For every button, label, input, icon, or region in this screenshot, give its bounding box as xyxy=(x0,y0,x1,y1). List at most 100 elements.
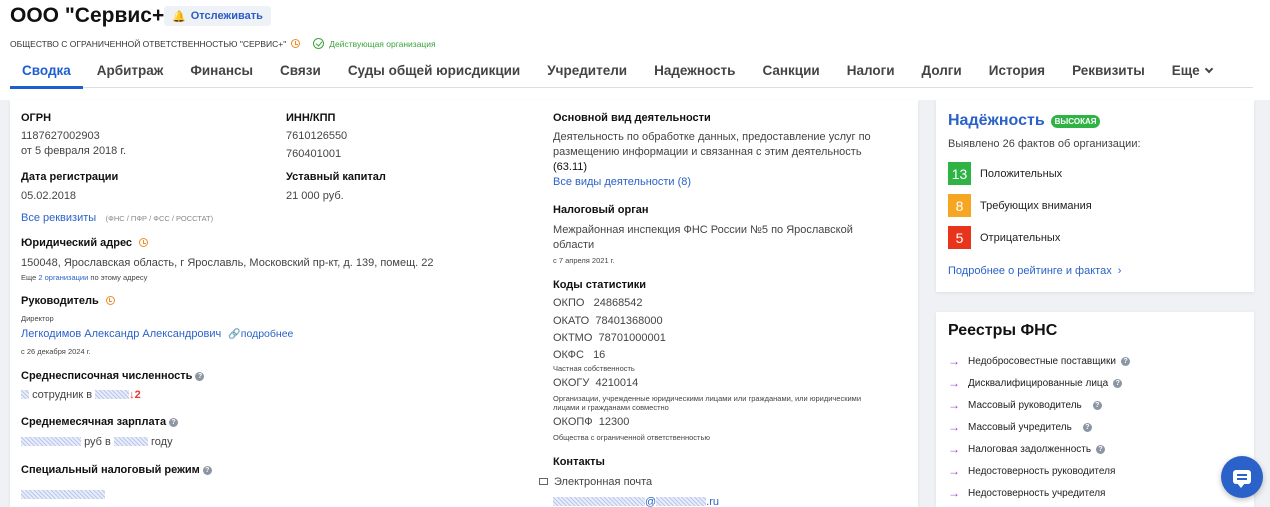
tab-founders[interactable]: Учредители xyxy=(547,60,627,88)
registry-label: Дисквалифицированные лица xyxy=(968,377,1109,389)
registry-label: Массовый руководитель xyxy=(968,399,1082,411)
ogrn-value: 1187627002903 xyxy=(21,130,100,142)
mail-icon xyxy=(539,478,548,485)
all-requisites-link[interactable]: Все реквизиты xyxy=(21,212,96,224)
head-more-link[interactable]: подробнее xyxy=(241,328,294,340)
fact-negative[interactable]: 5 Отрицательных xyxy=(948,226,1060,249)
staff-row: сотрудник в ↓2 xyxy=(21,389,141,401)
hidden-value-placeholder[interactable] xyxy=(95,390,130,399)
full-company-name: ОБЩЕСТВО С ОГРАНИЧЕННОЙ ОТВЕТСТВЕННОСТЬЮ… xyxy=(10,38,287,49)
all-activities-link[interactable]: Все виды деятельности (8) xyxy=(553,176,691,188)
hidden-value-placeholder[interactable] xyxy=(21,390,29,399)
inn-label: ИНН/КПП xyxy=(286,112,336,124)
email-tld: .ru xyxy=(706,496,720,507)
tab-arbitration[interactable]: Арбитраж xyxy=(97,60,164,88)
company-header: ООО "Сервис+" 🔔 Отслеживать ОБЩЕСТВО С О… xyxy=(0,0,1270,100)
registry-item[interactable]: → Недобросовестные поставщики? xyxy=(948,354,1130,368)
tab-more-label: Еще xyxy=(1171,63,1200,78)
status-badge: Действующая организация xyxy=(329,38,436,49)
fact-count: 13 xyxy=(948,162,971,185)
okpo-code: ОКПО 24868542 xyxy=(553,297,643,309)
fact-count: 5 xyxy=(948,226,971,249)
tab-general-courts[interactable]: Суды общей юрисдикции xyxy=(348,60,520,88)
okato-code: ОКАТО 78401368000 xyxy=(553,315,663,327)
email-value[interactable]: @ .ru xyxy=(553,496,719,507)
help-icon[interactable]: ? xyxy=(202,466,212,475)
ogrn-label: ОГРН xyxy=(21,112,52,124)
help-icon[interactable]: ? xyxy=(1092,400,1102,410)
tab-summary[interactable]: Сводка xyxy=(10,60,83,89)
tab-debts[interactable]: Долги xyxy=(922,60,962,88)
arrow-right-icon: → xyxy=(948,376,960,390)
registry-item[interactable]: → Массовый учредитель? xyxy=(948,420,1092,434)
fact-attention[interactable]: 8 Требующих внимания xyxy=(948,194,1092,217)
help-icon[interactable]: ? xyxy=(1120,356,1130,366)
registry-label: Налоговая задолженность xyxy=(968,443,1092,455)
tab-connections[interactable]: Связи xyxy=(280,60,321,88)
tab-requisites[interactable]: Реквизиты xyxy=(1072,60,1145,88)
arrow-right-icon: → xyxy=(948,486,960,500)
registry-item[interactable]: → Дисквалифицированные лица? xyxy=(948,376,1123,390)
link-icon: 🔗 xyxy=(228,329,241,340)
rating-details-link[interactable]: Подробнее о рейтинге и фактах › xyxy=(948,265,1121,277)
help-icon[interactable]: ? xyxy=(195,372,205,381)
tax-authority-since: с 7 апреля 2021 г. xyxy=(553,256,615,265)
registry-item[interactable]: → Недостоверность руководителя xyxy=(948,464,1115,478)
help-icon[interactable]: ? xyxy=(1096,444,1106,454)
registries-title: Реестры ФНС xyxy=(948,322,1058,339)
fact-positive[interactable]: 13 Положительных xyxy=(948,162,1062,185)
head-history-clock-icon[interactable] xyxy=(105,296,115,305)
contacts-label: Контакты xyxy=(553,456,605,468)
reliability-card: Надёжность ВЫСОКАЯ Выявлено 26 фактов об… xyxy=(936,100,1254,292)
arrow-right-icon: → xyxy=(948,420,960,434)
reliability-title[interactable]: Надёжность xyxy=(948,112,1045,130)
hidden-value-placeholder[interactable] xyxy=(21,490,105,499)
registry-item[interactable]: → Недостоверность учредителя xyxy=(948,486,1105,500)
head-name-link[interactable]: Легкодимов Александр Александрович xyxy=(21,328,221,340)
salary-row: руб в году xyxy=(21,436,173,448)
tab-reliability[interactable]: Надежность xyxy=(654,60,735,88)
address-note-post: по этому адресу xyxy=(90,273,148,282)
arrow-right-icon: → xyxy=(948,354,960,368)
tab-history[interactable]: История xyxy=(989,60,1045,88)
history-clock-icon[interactable] xyxy=(291,39,301,48)
page-title: ООО "Сервис+" xyxy=(10,4,175,27)
oktmo-code: ОКТМО 78701000001 xyxy=(553,332,666,344)
salary-end: году xyxy=(151,436,173,448)
tab-more[interactable]: Еще xyxy=(1171,60,1213,88)
hidden-value-placeholder[interactable] xyxy=(113,437,148,446)
email-label-row: Электронная почта xyxy=(539,476,652,488)
help-icon[interactable]: ? xyxy=(1082,422,1092,432)
capital-label: Уставный капитал xyxy=(286,171,386,183)
hidden-value-placeholder[interactable] xyxy=(553,497,645,506)
company-subtitle: ОБЩЕСТВО С ОГРАНИЧЕННОЙ ОТВЕТСТВЕННОСТЬЮ… xyxy=(10,38,436,49)
tab-sanctions[interactable]: Санкции xyxy=(762,60,819,88)
activity-label: Основной вид деятельности xyxy=(553,112,711,124)
address-label-row: Юридический адрес xyxy=(21,237,149,249)
okogu-code: ОКОГУ 4210014 xyxy=(553,377,639,389)
address-label: Юридический адрес xyxy=(21,237,133,249)
hidden-value-placeholder[interactable] xyxy=(656,497,707,506)
help-icon[interactable]: ? xyxy=(1113,378,1123,388)
chat-button[interactable] xyxy=(1221,456,1263,498)
registry-item[interactable]: → Налоговая задолженность? xyxy=(948,442,1106,456)
tab-taxes[interactable]: Налоги xyxy=(847,60,895,88)
address-history-clock-icon[interactable] xyxy=(139,238,149,247)
address-orgs-link[interactable]: 2 организации xyxy=(38,273,88,282)
hidden-value-placeholder[interactable] xyxy=(21,437,81,446)
registry-item[interactable]: → Массовый руководитель? xyxy=(948,398,1102,412)
help-icon[interactable]: ? xyxy=(169,418,179,427)
arrow-right-icon: → xyxy=(948,442,960,456)
all-requisites-row: Все реквизиты (ФНС / ПФР / ФСС / РОССТАТ… xyxy=(21,208,213,226)
activity-code: (63.11) xyxy=(553,161,588,173)
head-label: Руководитель xyxy=(21,295,99,307)
follow-button[interactable]: 🔔 Отслеживать xyxy=(164,6,271,26)
fact-count: 8 xyxy=(948,194,971,217)
registry-label: Недобросовестные поставщики xyxy=(968,355,1116,367)
tab-finance[interactable]: Финансы xyxy=(190,60,253,88)
fact-label: Требующих внимания xyxy=(980,199,1092,212)
reg-date-label: Дата регистрации xyxy=(21,171,119,183)
registry-label: Недостоверность руководителя xyxy=(968,465,1116,477)
salary-label-row: Среднемесячная зарплата? xyxy=(21,416,179,428)
capital-value: 21 000 руб. xyxy=(286,190,344,202)
